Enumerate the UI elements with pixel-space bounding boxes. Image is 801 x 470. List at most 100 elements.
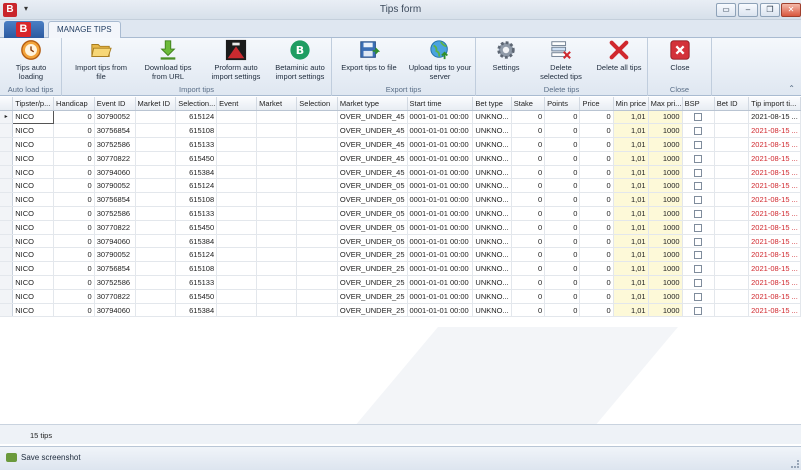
table-cell[interactable]: 1,01 bbox=[613, 220, 649, 235]
export-tips-to-file-button[interactable]: Export tips to file bbox=[338, 39, 400, 72]
bsp-checkbox[interactable] bbox=[694, 306, 703, 315]
table-cell[interactable]: 0 bbox=[544, 178, 581, 194]
table-cell[interactable]: 0 bbox=[511, 275, 546, 290]
row-indicator[interactable] bbox=[0, 247, 14, 263]
row-indicator[interactable] bbox=[0, 289, 14, 304]
table-cell[interactable]: 1,01 bbox=[613, 110, 649, 125]
table-cell[interactable] bbox=[256, 178, 298, 194]
table-cell[interactable]: 0 bbox=[579, 206, 614, 221]
table-cell[interactable]: 0 bbox=[53, 178, 95, 194]
bsp-checkbox[interactable] bbox=[694, 251, 703, 260]
table-cell[interactable]: NICO bbox=[12, 192, 55, 208]
minimize-icon[interactable]: ▭ bbox=[716, 3, 736, 17]
table-cell[interactable] bbox=[682, 289, 715, 304]
table-cell[interactable]: 2021-08-15 ... bbox=[748, 261, 801, 277]
bsp-checkbox[interactable] bbox=[694, 237, 703, 246]
table-cell[interactable]: 0 bbox=[579, 303, 614, 318]
bsp-checkbox[interactable] bbox=[694, 278, 703, 287]
table-cell[interactable]: 615108 bbox=[175, 123, 218, 139]
table-cell[interactable] bbox=[682, 165, 715, 180]
table-cell[interactable]: 615384 bbox=[175, 234, 218, 249]
table-cell[interactable] bbox=[216, 178, 258, 194]
table-cell[interactable]: 615133 bbox=[175, 137, 218, 152]
table-cell[interactable]: 30752586 bbox=[94, 137, 136, 152]
table-cell[interactable]: UNKNO... bbox=[472, 275, 512, 290]
table-cell[interactable] bbox=[256, 289, 298, 304]
table-cell[interactable] bbox=[296, 289, 338, 304]
table-cell[interactable]: UNKNO... bbox=[472, 151, 512, 166]
table-cell[interactable]: 0 bbox=[53, 303, 95, 318]
table-cell[interactable]: UNKNO... bbox=[472, 110, 512, 125]
table-cell[interactable]: 30770822 bbox=[94, 151, 136, 166]
table-cell[interactable]: 0 bbox=[579, 123, 614, 139]
table-cell[interactable]: OVER_UNDER_05 bbox=[337, 192, 408, 208]
table-cell[interactable]: 0 bbox=[544, 303, 581, 318]
table-cell[interactable]: 1000 bbox=[648, 123, 683, 139]
table-cell[interactable]: 2021-08-15 ... bbox=[748, 303, 801, 318]
table-cell[interactable] bbox=[135, 178, 177, 194]
table-cell[interactable]: 0 bbox=[511, 137, 546, 152]
table-row[interactable]: NICO 0 30756854 615108 OVER_UNDER_45 0001-01-… bbox=[0, 123, 801, 139]
column-header[interactable]: Selection bbox=[296, 97, 338, 111]
table-cell[interactable]: 0001-01-01 00:00 bbox=[407, 192, 474, 208]
column-header[interactable]: Market bbox=[256, 97, 298, 111]
table-cell[interactable] bbox=[714, 234, 750, 249]
table-cell[interactable] bbox=[216, 206, 258, 221]
table-cell[interactable] bbox=[296, 178, 338, 194]
table-cell[interactable]: 0 bbox=[579, 234, 614, 249]
bsp-checkbox[interactable] bbox=[694, 141, 703, 149]
table-cell[interactable]: 615450 bbox=[175, 289, 218, 304]
bsp-checkbox[interactable] bbox=[694, 209, 703, 218]
bsp-checkbox[interactable] bbox=[694, 223, 703, 232]
table-cell[interactable] bbox=[135, 234, 177, 249]
table-cell[interactable]: 30770822 bbox=[94, 220, 136, 235]
table-cell[interactable]: 1,01 bbox=[613, 275, 649, 290]
table-cell[interactable] bbox=[296, 151, 338, 166]
table-cell[interactable]: 1000 bbox=[648, 151, 683, 166]
table-cell[interactable] bbox=[714, 178, 750, 194]
table-cell[interactable] bbox=[296, 192, 338, 208]
column-header[interactable]: Price bbox=[579, 97, 614, 111]
table-cell[interactable]: OVER_UNDER_25 bbox=[337, 289, 408, 304]
table-cell[interactable]: NICO bbox=[12, 275, 55, 290]
table-cell[interactable]: 30794060 bbox=[94, 165, 136, 180]
bsp-checkbox[interactable] bbox=[694, 127, 703, 136]
save-screenshot-button[interactable]: Save screenshot bbox=[6, 452, 81, 464]
table-cell[interactable]: 0001-01-01 00:00 bbox=[407, 234, 474, 249]
table-cell[interactable]: NICO bbox=[12, 289, 55, 304]
row-indicator[interactable] bbox=[0, 303, 14, 318]
table-cell[interactable]: 0001-01-01 00:00 bbox=[407, 165, 474, 180]
table-cell[interactable]: 1,01 bbox=[613, 165, 649, 180]
table-cell[interactable]: 0001-01-01 00:00 bbox=[407, 275, 474, 290]
table-cell[interactable]: 2021-08-15 ... bbox=[748, 123, 801, 139]
column-header[interactable]: Market ID bbox=[135, 97, 177, 111]
bsp-checkbox[interactable] bbox=[694, 196, 703, 205]
table-cell[interactable]: 0 bbox=[544, 137, 581, 152]
row-indicator[interactable] bbox=[0, 220, 14, 235]
table-cell[interactable] bbox=[216, 234, 258, 249]
table-cell[interactable]: 30790052 bbox=[94, 247, 136, 263]
table-cell[interactable]: OVER_UNDER_45 bbox=[337, 151, 408, 166]
table-cell[interactable]: NICO bbox=[12, 220, 55, 235]
table-cell[interactable]: 0 bbox=[53, 137, 95, 152]
table-cell[interactable] bbox=[714, 192, 750, 208]
column-header[interactable]: Tip import ti... bbox=[748, 97, 801, 111]
betaminic-auto-import-settings-button[interactable]: B Betaminic auto import settings bbox=[270, 39, 330, 81]
table-row[interactable]: NICO 0 30790052 615124 OVER_UNDER_05 0001-01-… bbox=[0, 178, 801, 194]
table-cell[interactable]: NICO bbox=[12, 247, 55, 263]
table-cell[interactable]: UNKNO... bbox=[472, 165, 512, 180]
table-cell[interactable]: 615384 bbox=[175, 303, 218, 318]
table-cell[interactable]: 2021-08-15 ... bbox=[748, 289, 801, 304]
row-indicator[interactable] bbox=[0, 234, 14, 249]
table-cell[interactable]: UNKNO... bbox=[472, 303, 512, 318]
proform-auto-import-settings-button[interactable]: Proform auto import settings bbox=[206, 39, 266, 81]
table-cell[interactable] bbox=[296, 206, 338, 221]
table-row[interactable]: ▸ NICO 0 30790052 615124 OVER_UNDER_45 0001-01… bbox=[0, 109, 801, 125]
table-cell[interactable]: 0 bbox=[511, 192, 546, 208]
table-cell[interactable]: NICO bbox=[12, 151, 55, 166]
table-cell[interactable] bbox=[256, 123, 298, 139]
table-cell[interactable]: 30756854 bbox=[94, 192, 136, 208]
table-cell[interactable] bbox=[682, 137, 715, 152]
table-cell[interactable]: NICO bbox=[12, 206, 55, 221]
table-cell[interactable]: 1,01 bbox=[613, 206, 649, 221]
